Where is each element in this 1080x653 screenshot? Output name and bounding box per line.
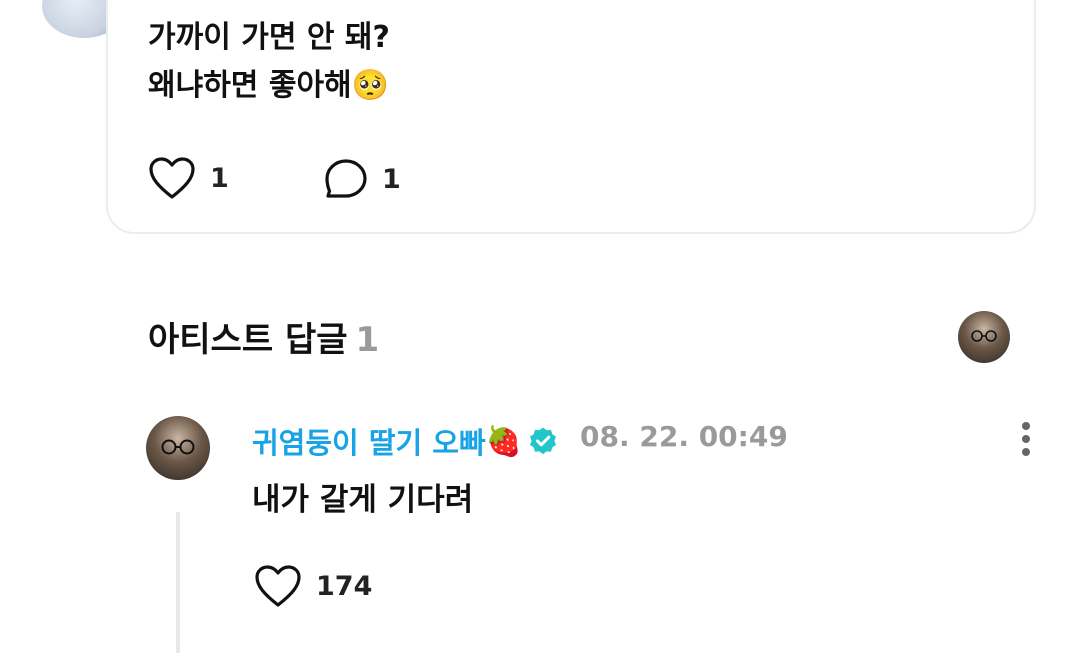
verified-badge-icon — [529, 427, 556, 455]
post-text-line2: 왜냐하면 좋아해🥺 — [148, 68, 389, 103]
comment-icon — [325, 159, 367, 198]
post-like-count: 1 — [210, 162, 229, 194]
strawberry-emoji: 🍓 — [485, 423, 522, 458]
heart-icon — [149, 157, 195, 199]
reply-like-button[interactable]: 174 — [254, 564, 372, 608]
artist-replies-count: 1 — [355, 320, 380, 360]
post-text-line1: 가까이 가면 안 돼? — [148, 20, 390, 55]
reply-like-count: 174 — [316, 570, 373, 602]
post-comment-count: 1 — [382, 163, 401, 195]
reply-author-avatar[interactable] — [146, 416, 210, 480]
artist-replies-title: 아티스트 답글 — [148, 320, 348, 360]
reply-timestamp: 08. 22. 00:49 — [580, 420, 788, 453]
thread-line — [176, 512, 180, 653]
artist-avatar-small[interactable] — [958, 311, 1010, 363]
reply-author-label: 귀염둥이 딸기 오빠 — [252, 426, 486, 460]
glasses-icon — [971, 330, 997, 342]
glasses-icon — [161, 439, 195, 455]
more-options-icon[interactable] — [1014, 420, 1038, 460]
heart-icon — [255, 565, 301, 607]
reply-author-name[interactable]: 귀염둥이 딸기 오빠 🍓 — [252, 420, 558, 462]
post-comment-button[interactable]: 1 — [324, 158, 401, 200]
post-like-button[interactable]: 1 — [148, 156, 229, 200]
post-body: 가까이 가면 안 돼? 왜냐하면 좋아해🥺 — [148, 14, 390, 110]
artist-replies-header: 아티스트 답글 1 — [148, 312, 379, 361]
reply-text: 내가 갈게 기다려 — [252, 482, 474, 518]
